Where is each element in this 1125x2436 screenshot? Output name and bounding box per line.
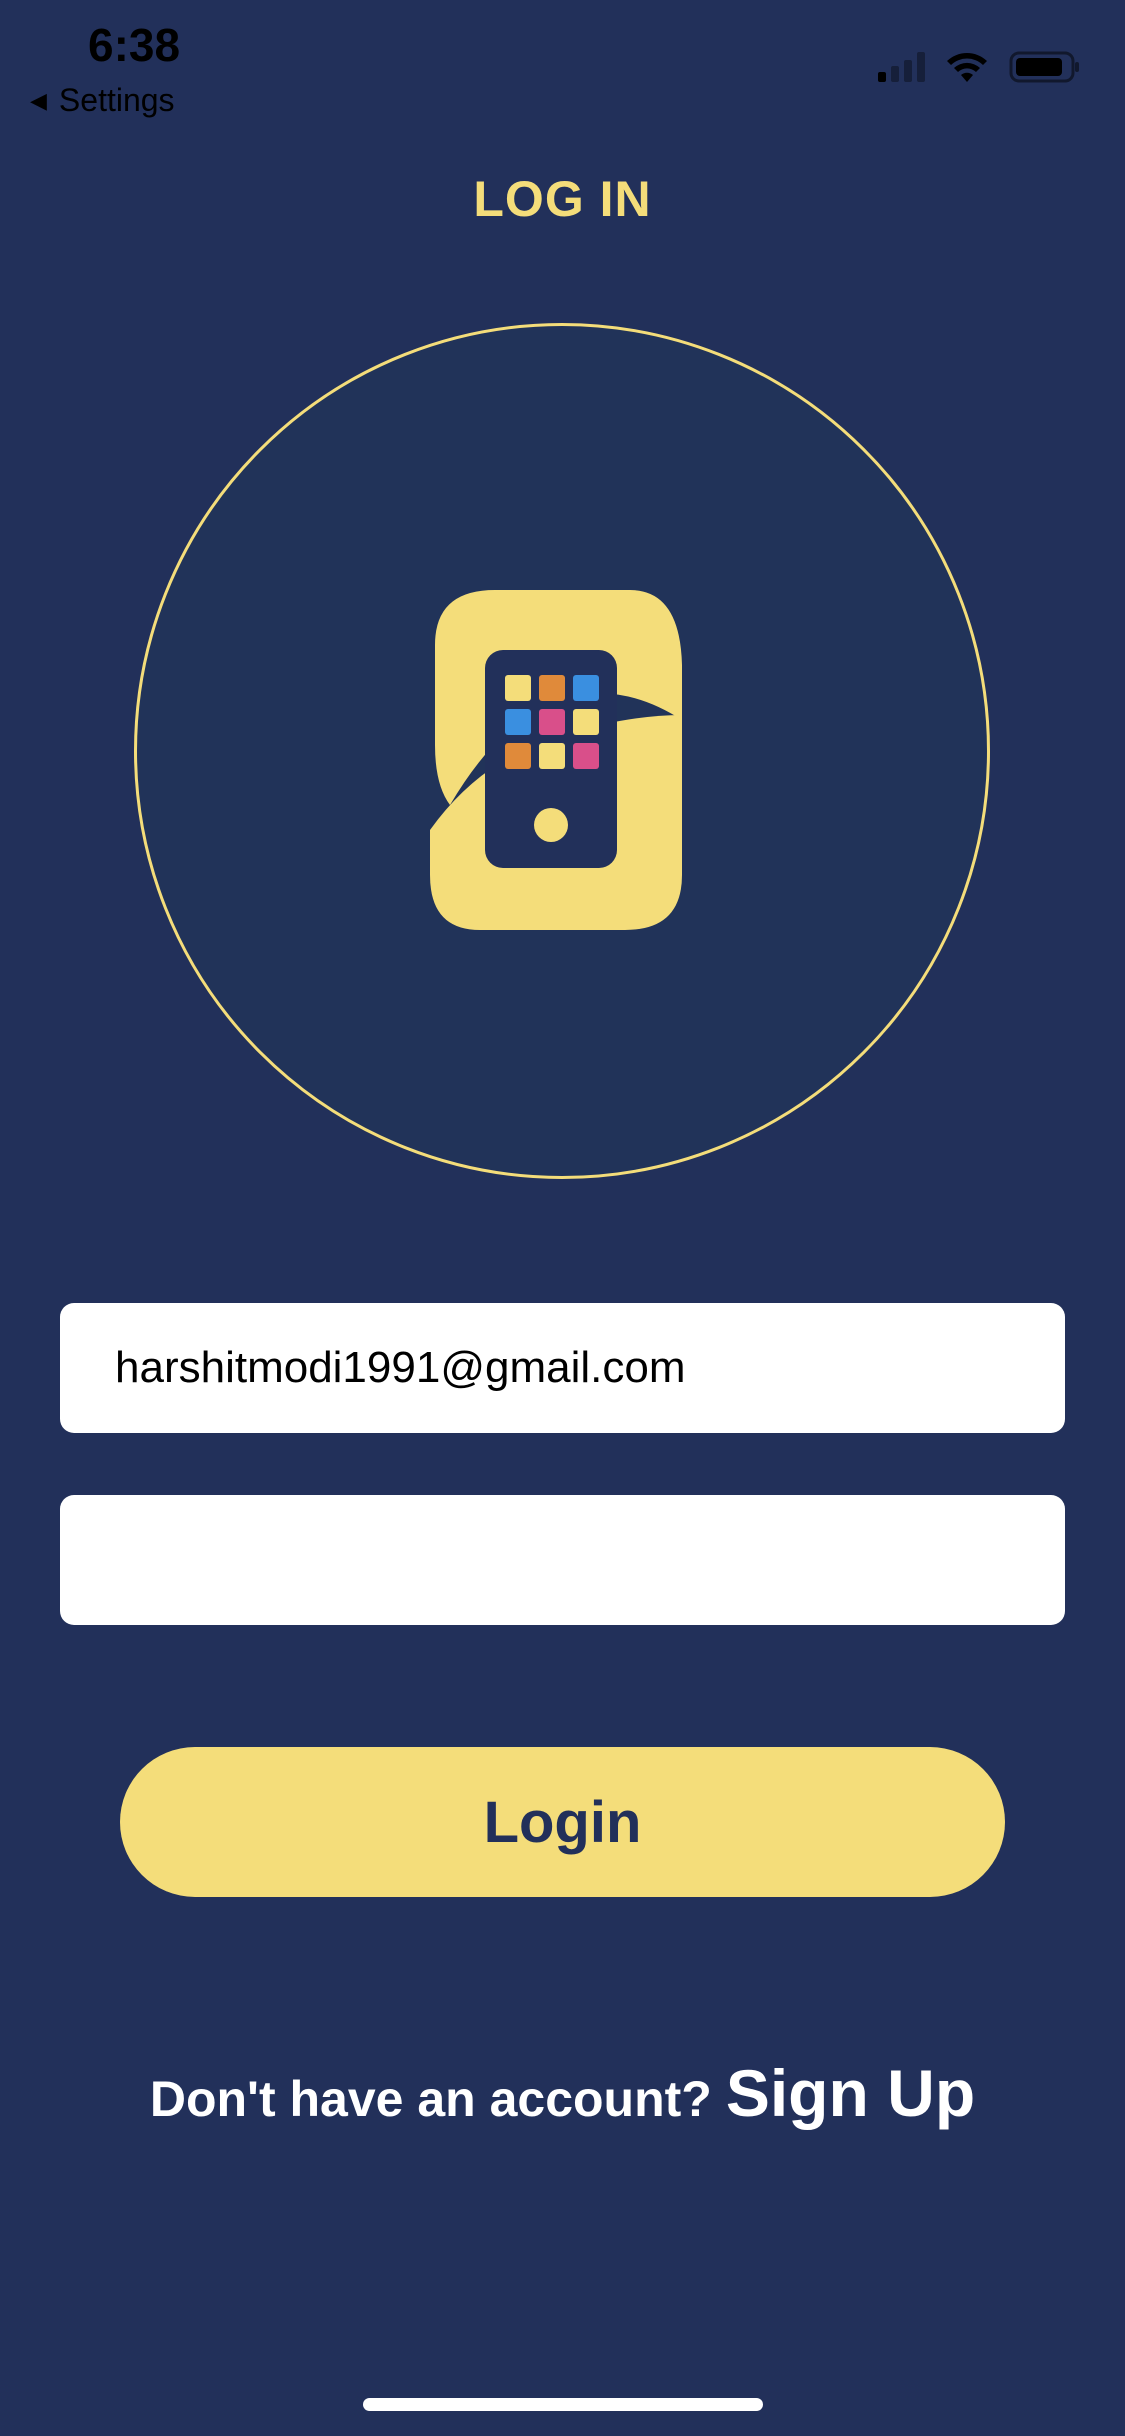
status-time: 6:38 [88,19,181,71]
sign-up-link[interactable]: Sign Up [726,2056,975,2130]
cellular-signal-icon [878,52,925,82]
back-to-settings-link[interactable]: ◀ Settings [30,82,175,119]
battery-icon [1009,51,1079,83]
signup-question: Don't have an account? [149,2071,712,2127]
back-arrow-icon: ◀ [30,87,47,113]
email-field[interactable] [60,1303,1065,1433]
login-button[interactable]: Login [120,1747,1005,1897]
signup-prompt: Don't have an account? Sign Up [0,2055,1125,2131]
back-label: Settings [58,82,175,118]
home-indicator[interactable] [363,2398,763,2411]
password-field[interactable] [60,1495,1065,1625]
status-icons [878,50,1081,84]
wifi-icon [947,53,987,82]
app-logo-icon [430,590,682,930]
page-title: LOG IN [473,171,652,227]
